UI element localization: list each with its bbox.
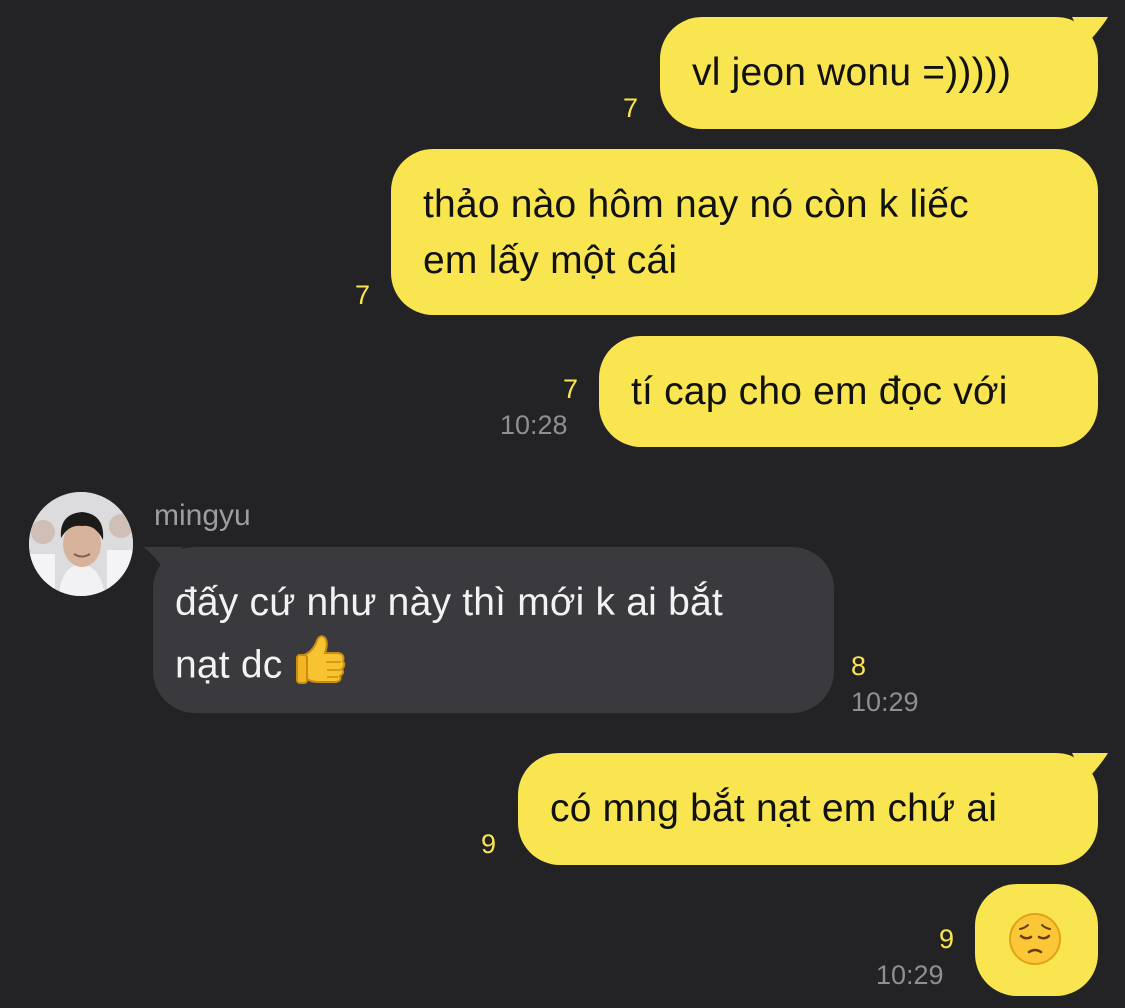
pensive-face-icon <box>1008 912 1062 982</box>
message-text: vl jeon wonu =))))) <box>692 51 1012 94</box>
outgoing-message-bubble[interactable]: vl jeon wonu =))))) <box>660 17 1098 129</box>
sender-name: mingyu <box>154 499 251 532</box>
thumbs-up-icon <box>294 631 348 703</box>
outgoing-message-bubble[interactable] <box>975 884 1098 996</box>
bubble-tail <box>1072 753 1108 781</box>
unread-count: 7 <box>623 93 639 123</box>
unread-count: 8 <box>851 651 867 681</box>
message-text-line: thảo nào hôm nay nó còn k liếc <box>423 183 969 226</box>
outgoing-message-bubble[interactable]: tí cap cho em đọc với <box>599 336 1098 447</box>
avatar-photo <box>29 492 133 596</box>
avatar[interactable] <box>29 492 133 596</box>
unread-count: 7 <box>563 374 579 404</box>
message-text: nạt dc <box>175 643 283 687</box>
outgoing-message-bubble[interactable]: có mng bắt nạt em chứ ai <box>518 753 1098 865</box>
outgoing-message-bubble[interactable]: thảo nào hôm nay nó còn k liếc em lấy mộ… <box>391 149 1098 315</box>
unread-count: 9 <box>481 829 497 859</box>
message-timestamp: 10:28 <box>500 410 568 440</box>
message-text: có mng bắt nạt em chứ ai <box>550 787 998 830</box>
message-text-line: em lấy một cái <box>423 239 678 282</box>
bubble-tail <box>143 547 183 575</box>
unread-count: 9 <box>939 924 955 954</box>
message-timestamp: 10:29 <box>876 960 944 990</box>
message-text: tí cap cho em đọc với <box>631 370 1008 413</box>
message-timestamp: 10:29 <box>851 687 919 717</box>
unread-count: 7 <box>355 280 371 310</box>
message-text-line: đấy cứ như này thì mới k ai bắt <box>175 581 723 624</box>
bubble-tail <box>1072 17 1108 45</box>
incoming-message-bubble[interactable]: đấy cứ như này thì mới k ai bắt nạt dc <box>153 547 834 713</box>
message-text-line: nạt dc <box>175 631 834 703</box>
